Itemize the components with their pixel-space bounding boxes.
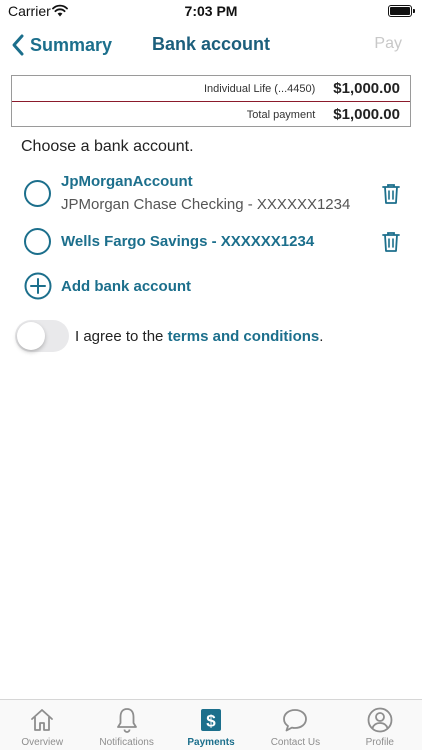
tab-label: Profile [365,737,394,748]
navigation-bar: Summary Bank account Pay [0,24,422,68]
tab-label: Contact Us [270,737,321,748]
agree-toggle[interactable] [15,320,69,352]
chat-bubble-icon [283,709,308,732]
svg-text:$: $ [206,712,216,731]
payment-summary: Individual Life (...4450) $1,000.00 Tota… [11,75,411,127]
agree-text: I agree to the terms and conditions. [75,328,323,345]
total-label: Total payment [246,108,316,121]
summary-row-policy: Individual Life (...4450) $1,000.00 [204,80,400,97]
dollar-icon: $ [201,709,222,731]
bell-icon [116,708,137,733]
tab-label: Overview [21,737,64,748]
battery-icon [388,5,415,17]
account-detail: JPMorgan Chase Checking - XXXXXX1234 [61,196,351,213]
trash-icon[interactable] [382,183,400,204]
status-bar: Carrier 7:03 PM [0,0,422,24]
tab-label: Notifications [99,737,154,748]
terms-agreement-row: I agree to the terms and conditions. [15,320,323,352]
policy-amount: $1,000.00 [333,80,400,97]
add-bank-account-button[interactable]: Add bank account [24,272,191,300]
profile-icon [367,707,393,733]
account-radio-button[interactable] [24,180,51,207]
tab-profile[interactable]: Profile [338,700,422,750]
pay-button[interactable]: Pay [374,35,402,53]
account-name[interactable]: Wells Fargo Savings - XXXXXX1234 [61,233,314,250]
account-name[interactable]: JpMorganAccount [61,173,193,190]
policy-label: Individual Life (...4450) [203,82,316,95]
summary-divider [12,101,410,102]
account-radio-button[interactable] [24,228,51,255]
agree-suffix: . [319,327,324,345]
summary-row-total: Total payment $1,000.00 [247,106,400,123]
back-label: Summary [30,34,113,55]
home-icon [31,709,54,731]
choose-account-prompt: Choose a bank account. [21,138,194,155]
tab-label: Payments [187,737,235,748]
toggle-knob [17,322,45,350]
trash-icon[interactable] [382,231,400,252]
back-button[interactable]: Summary [10,30,112,60]
tab-bar: Overview Notifications $ Payments Contac… [0,699,422,750]
add-bank-account-label: Add bank account [61,277,192,295]
chevron-left-icon [12,34,24,56]
tab-overview[interactable]: Overview [0,700,84,750]
total-amount: $1,000.00 [333,106,400,123]
plus-circle-icon [24,272,52,300]
tab-contact-us[interactable]: Contact Us [253,700,337,750]
terms-link[interactable]: terms and conditions [168,328,320,345]
clock: 7:03 PM [184,3,238,19]
agree-prefix: I agree to the [75,327,168,345]
tab-notifications[interactable]: Notifications [84,700,168,750]
tab-payments[interactable]: $ Payments [169,700,253,750]
